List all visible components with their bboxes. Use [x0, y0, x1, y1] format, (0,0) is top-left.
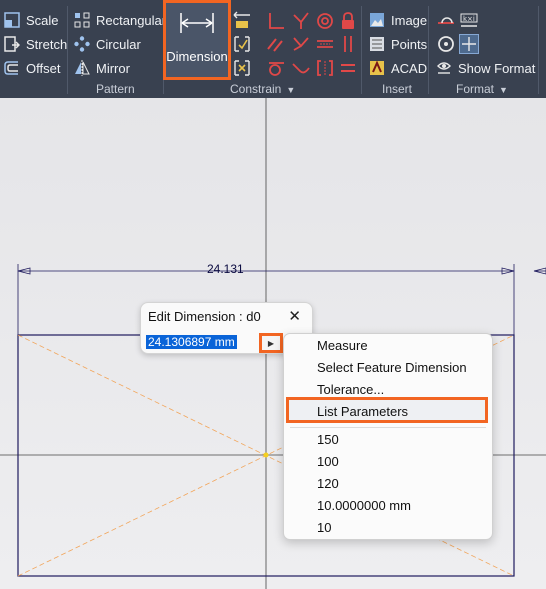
menu-item-recent-value[interactable]: 150: [317, 432, 339, 447]
close-icon[interactable]: ✕: [288, 307, 301, 325]
show-format-label: Show Format: [458, 60, 536, 76]
stretch-label: Stretch: [26, 36, 68, 52]
menu-item-recent-value[interactable]: 10.0000000 mm: [317, 498, 411, 513]
concentric-constraint-icon[interactable]: [315, 11, 335, 31]
horizontal-constraint-icon[interactable]: [315, 34, 335, 54]
tangent-constraint-icon[interactable]: [266, 58, 286, 78]
insert-group-label: Insert: [382, 82, 413, 96]
rectangular-pattern-button[interactable]: Rectangular: [74, 9, 166, 31]
chevron-right-icon: ▶: [267, 338, 275, 348]
fix-constraint-icon[interactable]: [338, 11, 358, 31]
dimension-icon: [179, 11, 215, 35]
mirror-icon: [74, 60, 90, 76]
chevron-down-icon: ▼: [499, 85, 508, 95]
show-constraints-icon[interactable]: [232, 34, 252, 54]
value-options-arrow-button[interactable]: ▶: [259, 333, 283, 353]
stretch-button[interactable]: Stretch: [4, 33, 67, 55]
collinear-constraint-icon[interactable]: [291, 11, 311, 31]
menu-item-recent-value[interactable]: 10: [317, 520, 331, 535]
ribbon-separator: [428, 6, 429, 94]
driven-dimension-icon[interactable]: k×i: [459, 11, 479, 31]
menu-item-select-feature-dimension[interactable]: Select Feature Dimension: [317, 360, 467, 375]
dimension-button[interactable]: Dimension: [163, 0, 231, 80]
image-button[interactable]: Image: [369, 9, 427, 31]
image-label: Image: [391, 12, 428, 28]
centerline-icon[interactable]: [459, 34, 479, 54]
constrain-group-label[interactable]: Constrain ▼: [230, 82, 295, 96]
offset-button[interactable]: Offset: [4, 57, 60, 79]
dimension-label: Dimension: [166, 49, 228, 64]
acad-button[interactable]: ACAD: [369, 57, 427, 79]
dimension-options-menu: Measure Select Feature Dimension Toleran…: [283, 333, 493, 540]
circular-pattern-icon: [74, 36, 90, 52]
menu-item-recent-value[interactable]: 100: [317, 454, 339, 469]
ribbon: Scale Stretch Offset Rectangular Circula…: [0, 0, 546, 98]
dimension-value[interactable]: 24.131: [207, 262, 244, 276]
center-point-icon[interactable]: [436, 34, 456, 54]
offset-label: Offset: [26, 60, 61, 76]
points-button[interactable]: Points: [369, 33, 427, 55]
svg-text:k×i: k×i: [463, 15, 475, 23]
circular-label: Circular: [96, 36, 141, 52]
show-format-button[interactable]: Show Format: [436, 57, 535, 79]
offset-icon: [4, 60, 20, 76]
mirror-button[interactable]: Mirror: [74, 57, 130, 79]
points-label: Points: [391, 36, 428, 52]
symmetric-constraint-icon[interactable]: [315, 58, 335, 78]
format-group-label[interactable]: Format ▼: [456, 82, 508, 96]
mirror-label: Mirror: [96, 60, 130, 76]
menu-item-list-parameters[interactable]: List Parameters: [317, 404, 408, 419]
dimension-value-text: 24.1306897 mm: [146, 335, 237, 349]
show-format-icon: [436, 60, 452, 76]
menu-divider: [290, 427, 486, 428]
scale-label: Scale: [26, 12, 59, 28]
ribbon-separator: [67, 6, 68, 94]
scale-icon: [4, 12, 20, 28]
auto-dimension-icon[interactable]: [232, 11, 252, 31]
rectangular-label: Rectangular: [96, 12, 167, 28]
rectangular-pattern-icon: [74, 12, 90, 28]
relax-constraints-icon[interactable]: [232, 58, 252, 78]
menu-item-recent-value[interactable]: 120: [317, 476, 339, 491]
edit-dimension-title: Edit Dimension : d0: [148, 309, 261, 324]
scale-button[interactable]: Scale: [4, 9, 59, 31]
center-point: [263, 452, 269, 458]
ribbon-separator: [361, 6, 362, 94]
smooth-constraint-icon[interactable]: [291, 58, 311, 78]
parallel-constraint-icon[interactable]: [266, 34, 286, 54]
points-icon: [369, 36, 385, 52]
acad-icon: [369, 60, 385, 76]
coincident-constraint-icon[interactable]: [266, 11, 286, 31]
image-icon: [369, 12, 385, 28]
acad-label: ACAD: [391, 60, 428, 76]
stretch-icon: [4, 36, 20, 52]
ribbon-separator: [538, 6, 539, 94]
pattern-group-label: Pattern: [96, 82, 135, 96]
perpendicular-constraint-icon[interactable]: [291, 34, 311, 54]
construction-icon[interactable]: [436, 11, 456, 31]
menu-item-measure[interactable]: Measure: [317, 338, 368, 353]
chevron-down-icon: ▼: [286, 85, 296, 95]
menu-item-tolerance[interactable]: Tolerance...: [317, 382, 384, 397]
dimension-value-input[interactable]: 24.1306897 mm: [146, 333, 264, 349]
vertical-constraint-icon[interactable]: [338, 34, 358, 54]
circular-pattern-button[interactable]: Circular: [74, 33, 141, 55]
equal-constraint-icon[interactable]: [338, 58, 358, 78]
